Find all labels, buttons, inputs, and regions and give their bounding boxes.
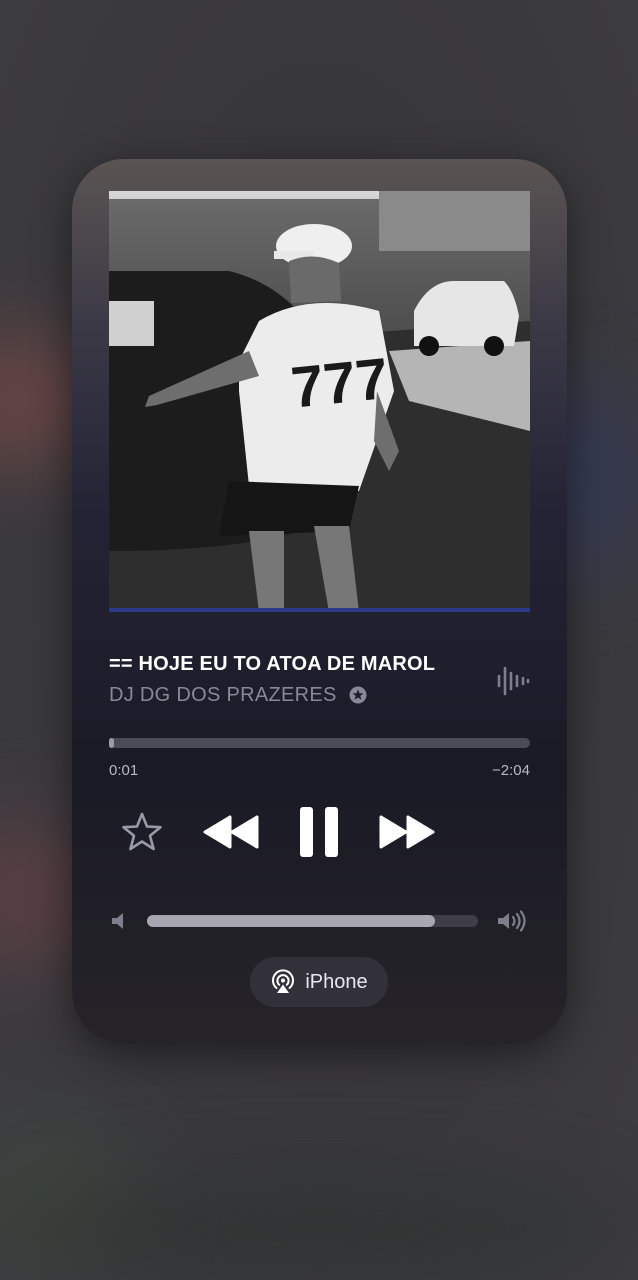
remaining-time: −2:04 — [492, 762, 530, 779]
track-title: == HOJE EU TO ATOA DE MAROL — [109, 653, 436, 675]
audio-output-button[interactable]: iPhone — [250, 957, 388, 1007]
play-pause-button[interactable] — [292, 803, 346, 861]
rewind-button[interactable] — [200, 810, 262, 854]
elapsed-time: 0:01 — [109, 762, 139, 779]
airplay-audio-icon — [272, 969, 295, 993]
artist-name[interactable]: DJ DG DOS PRAZERES — [109, 684, 337, 707]
explicit-star-badge-icon — [349, 686, 367, 704]
speaker-low-icon — [112, 913, 123, 929]
favorite-button[interactable] — [120, 810, 164, 854]
playback-scrubber[interactable] — [109, 738, 530, 748]
volume-slider[interactable] — [147, 915, 478, 927]
forward-icon — [379, 815, 435, 849]
fast-forward-button[interactable] — [376, 810, 438, 854]
speaker-high-icon — [498, 910, 526, 932]
volume-level-fill — [147, 915, 435, 927]
playback-progress-fill — [109, 738, 115, 748]
pause-icon — [300, 807, 338, 857]
album-artwork: 777 — [109, 191, 530, 612]
waveform-icon — [497, 666, 530, 696]
backward-icon — [203, 815, 259, 849]
now-playing-card: 777 == HOJE EU TO ATOA DE MAROL DJ DG DO… — [72, 159, 567, 1044]
star-outline-icon — [122, 812, 162, 851]
jersey-number: 777 — [288, 346, 391, 421]
audio-output-label: iPhone — [305, 970, 368, 993]
artist-row[interactable]: DJ DG DOS PRAZERES — [109, 682, 367, 708]
